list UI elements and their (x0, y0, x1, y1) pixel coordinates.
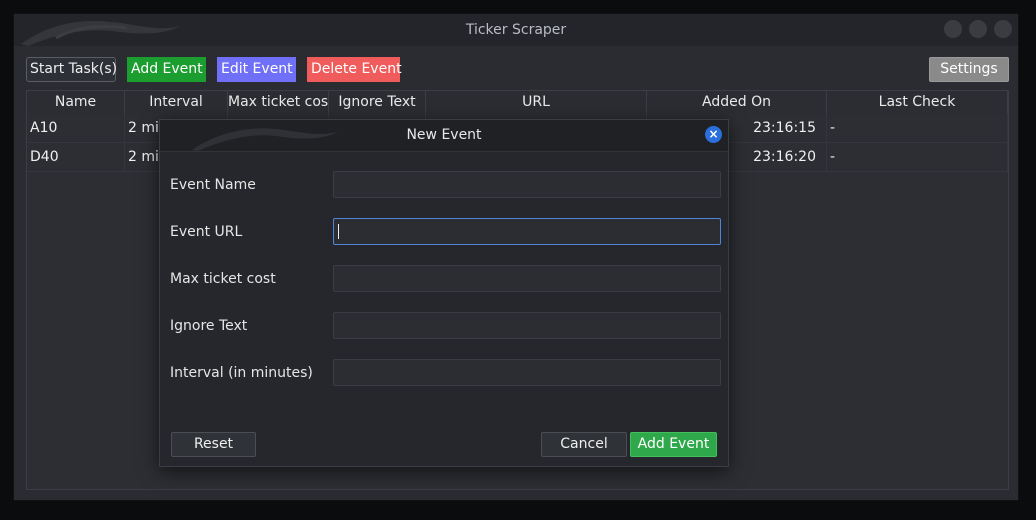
cell-last-check: - (827, 114, 1008, 143)
new-event-dialog: New Event × Event Name Event URL Max tic… (159, 119, 729, 467)
start-tasks-button[interactable]: Start Task(s) (26, 57, 117, 82)
column-header-name[interactable]: Name (27, 91, 125, 114)
column-header-interval[interactable]: Interval (125, 91, 228, 114)
event-name-input[interactable] (333, 171, 721, 198)
dialog-title-bar[interactable]: New Event × (160, 120, 728, 152)
interval-label: Interval (in minutes) (170, 365, 313, 381)
ignore-text-label: Ignore Text (170, 318, 248, 334)
cell-name: D40 (27, 143, 125, 172)
window-title: Ticker Scraper (465, 22, 567, 38)
window-close-icon[interactable] (994, 20, 1012, 38)
close-icon[interactable]: × (705, 126, 722, 143)
delete-event-button[interactable]: Delete Event (307, 57, 402, 82)
text-caret (338, 224, 339, 239)
column-header-url[interactable]: URL (426, 91, 647, 114)
cancel-button[interactable]: Cancel (541, 432, 627, 457)
event-url-label: Event URL (170, 224, 243, 240)
add-event-button[interactable]: Add Event (127, 57, 206, 82)
dialog-title: New Event (406, 127, 482, 143)
event-name-label: Event Name (170, 177, 256, 193)
column-header-ignore-text[interactable]: Ignore Text (329, 91, 426, 114)
cell-last-check: - (827, 143, 1008, 172)
minimize-icon[interactable] (944, 20, 962, 38)
column-header-max-ticket-cost[interactable]: Max ticket cost (228, 91, 329, 114)
max-ticket-cost-label: Max ticket cost (170, 271, 276, 287)
maximize-icon[interactable] (969, 20, 987, 38)
max-ticket-cost-input[interactable] (333, 265, 721, 292)
column-header-added-on[interactable]: Added On (647, 91, 827, 114)
column-header-last-check[interactable]: Last Check (827, 91, 1008, 114)
edit-event-button[interactable]: Edit Event (217, 57, 296, 82)
reset-button[interactable]: Reset (171, 432, 256, 457)
settings-button[interactable]: Settings (929, 57, 1009, 82)
dialog-add-event-button[interactable]: Add Event (630, 432, 717, 457)
event-url-input[interactable] (333, 218, 721, 245)
ignore-text-input[interactable] (333, 312, 721, 339)
title-bar[interactable]: Ticker Scraper (14, 14, 1018, 46)
cell-name: A10 (27, 114, 125, 143)
table-header: Name Interval Max ticket cost Ignore Tex… (27, 91, 1008, 114)
interval-input[interactable] (333, 359, 721, 386)
